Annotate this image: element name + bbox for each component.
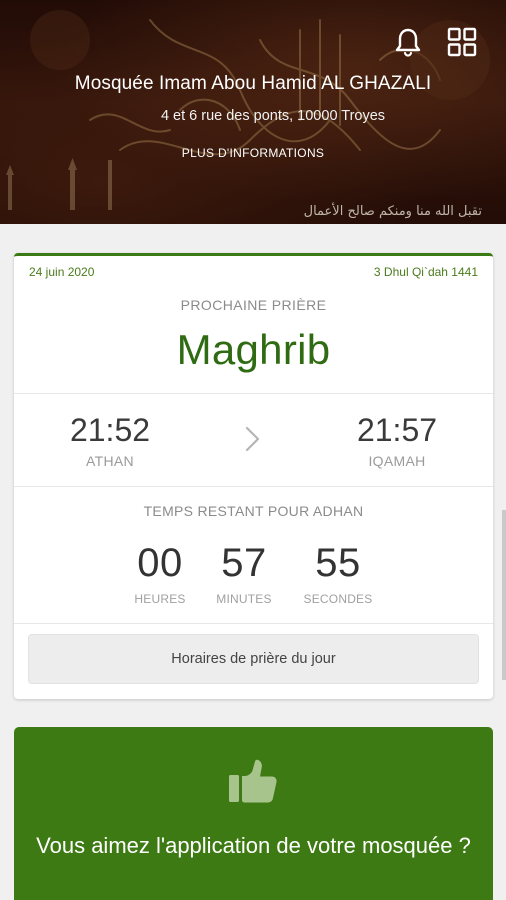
- iqamah-label: IQAMAH: [368, 453, 426, 469]
- countdown-minutes: 57 MINUTES: [199, 541, 289, 606]
- rate-app-text: Vous aimez l'application de votre mosqué…: [36, 833, 471, 858]
- chevron-right-icon: [245, 426, 260, 452]
- countdown-seconds: 55 SECONDES: [293, 541, 383, 606]
- gregorian-date: 24 juin 2020: [29, 265, 95, 279]
- header-actions: [392, 26, 478, 58]
- countdown-minutes-label: MINUTES: [216, 592, 272, 606]
- countdown-seconds-value: 55: [315, 541, 361, 585]
- countdown-hours-label: HEURES: [134, 592, 186, 606]
- athan-label: ATHAN: [86, 453, 134, 469]
- divider: [14, 623, 493, 624]
- countdown-hours-value: 00: [137, 541, 183, 585]
- divider: [14, 393, 493, 394]
- countdown-seconds-label: SECONDES: [303, 592, 373, 606]
- banner-caption: تقبل الله منا ومنكم صالح الأعمال: [303, 204, 482, 219]
- thumbs-up-icon: [229, 759, 277, 803]
- rate-app-card[interactable]: Vous aimez l'application de votre mosqué…: [14, 727, 493, 900]
- remaining-time-label: TEMPS RESTANT POUR ADHAN: [143, 503, 364, 519]
- scrollbar[interactable]: [502, 510, 506, 680]
- prayer-card: 24 juin 2020 3 Dhul Qi`dah 1441 PROCHAIN…: [14, 253, 493, 699]
- header-banner: Mosquée Imam Abou Hamid AL GHAZALI 4 et …: [0, 0, 506, 228]
- grid-icon[interactable]: [446, 26, 478, 58]
- next-prayer-label: PROCHAINE PRIÈRE: [180, 297, 327, 313]
- countdown-hours: 00 HEURES: [115, 541, 205, 606]
- countdown-minutes-value: 57: [221, 541, 267, 585]
- mosque-address: 4 et 6 rue des ponts, 10000 Troyes: [160, 108, 386, 124]
- card-dates: 24 juin 2020 3 Dhul Qi`dah 1441: [29, 265, 478, 279]
- mosque-name: Mosquée Imam Abou Hamid AL GHAZALI: [74, 73, 432, 94]
- bell-icon[interactable]: [392, 26, 424, 58]
- iqamah-block: 21:57 IQAMAH: [327, 412, 467, 469]
- athan-block: 21:52 ATHAN: [40, 412, 180, 469]
- iqamah-time: 21:57: [356, 412, 438, 448]
- hijri-date: 3 Dhul Qi`dah 1441: [373, 265, 478, 279]
- next-prayer-name: Maghrib: [176, 326, 331, 373]
- athan-time: 21:52: [69, 412, 151, 448]
- more-info-link[interactable]: PLUS D'INFORMATIONS: [0, 146, 506, 160]
- daily-schedule-button[interactable]: Horaires de prière du jour: [28, 634, 479, 684]
- divider: [14, 486, 493, 487]
- banner-wave-edge: [0, 224, 506, 230]
